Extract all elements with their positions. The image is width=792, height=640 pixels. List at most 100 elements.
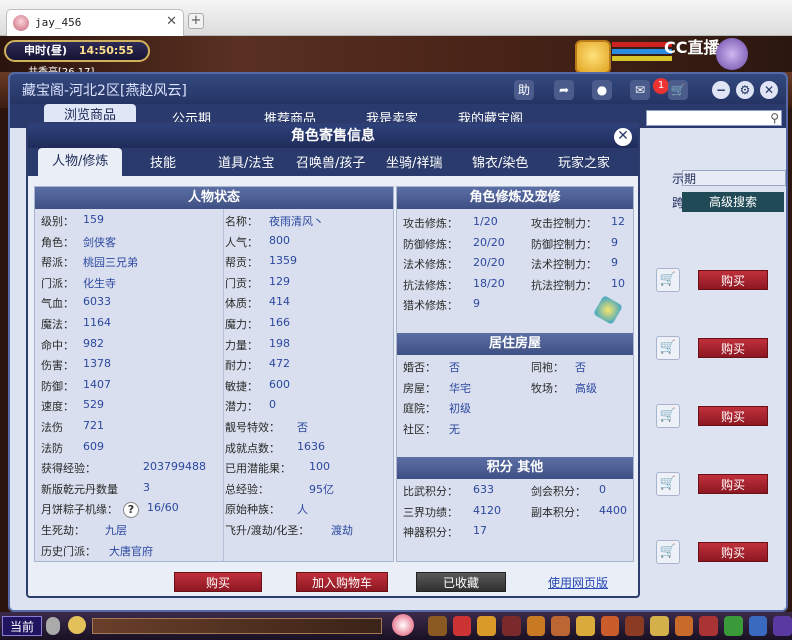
stat-row-label: 靓号特效： — [225, 421, 280, 434]
minimize-icon[interactable]: − — [712, 81, 730, 99]
guild-icon[interactable] — [600, 616, 620, 636]
game-clock: 申时(昼) 14:50:55 — [4, 40, 150, 62]
search-input[interactable]: ⚲ — [646, 110, 782, 126]
help-icon[interactable]: 助 — [514, 80, 534, 100]
points-row-value-2: 4400 — [599, 503, 627, 517]
item-bag-icon[interactable] — [452, 616, 472, 636]
house-header: 居住房屋 — [397, 333, 633, 355]
house-row-label-2: 同袍： — [531, 361, 564, 374]
cultivation-row: 防御修炼： 20/20 防御控制力： 9 — [397, 236, 633, 256]
stat-row-value: 夜雨清风丶 — [269, 215, 324, 228]
settings-icon[interactable]: ⚙ — [736, 81, 754, 99]
cultivation-header: 角色修炼及宠修 — [397, 187, 633, 209]
dialog-close-icon[interactable]: ✕ — [614, 128, 632, 146]
trade-icon[interactable] — [502, 616, 521, 636]
quest-icon[interactable] — [625, 616, 645, 636]
status-bars — [612, 40, 672, 70]
stat-row-value: 198 — [269, 336, 290, 350]
tab-skills[interactable]: 技能 — [150, 152, 176, 171]
house-row-value-2: 否 — [575, 361, 586, 374]
stat-row: 原始种族： 人 — [35, 501, 393, 521]
new-tab-button[interactable]: + — [188, 13, 204, 29]
add-cart-icon[interactable]: 🛒 — [656, 472, 680, 496]
chat-input[interactable] — [92, 618, 382, 634]
stat-row-label: 魔力： — [225, 318, 258, 331]
attack-icon[interactable] — [428, 616, 447, 636]
tab-mounts[interactable]: 坐骑/祥瑞 — [386, 152, 442, 171]
stat-row: 魔力： 166 — [35, 316, 393, 336]
clock-time: 14:50:55 — [78, 44, 134, 57]
character-portrait[interactable] — [716, 38, 748, 70]
buy-button[interactable]: 购买 — [698, 474, 768, 494]
add-cart-icon[interactable]: 🛒 — [656, 268, 680, 292]
stat-row-value: 129 — [269, 274, 290, 288]
stat-row: 潜力： 0 — [35, 398, 393, 418]
search-icon[interactable]: ⚲ — [770, 111, 779, 125]
tab-costume[interactable]: 锦衣/染色 — [472, 152, 528, 171]
record-icon[interactable]: ● — [592, 80, 612, 100]
buy-button[interactable]: 购买 — [698, 270, 768, 290]
tab-items[interactable]: 道具/法宝 — [218, 152, 274, 171]
cultivation-row-label: 猎术修炼： — [403, 299, 458, 313]
tab-close-icon[interactable]: ✕ — [166, 14, 177, 29]
current-channel-button[interactable]: 当前 — [2, 616, 42, 636]
points-row-value: 633 — [473, 483, 494, 496]
pet-portrait[interactable] — [575, 40, 611, 74]
friends-icon[interactable] — [699, 616, 719, 636]
stat-row: 门贡： 129 — [35, 275, 393, 295]
give-icon[interactable] — [477, 616, 497, 636]
browser-tab[interactable]: jay_456 ✕ — [6, 9, 184, 36]
stat-row-label: 已用潜能果： — [225, 462, 291, 476]
house-row: 房屋： 华宅 牧场： 高级 — [397, 380, 633, 400]
add-cart-icon[interactable]: 🛒 — [656, 404, 680, 428]
microphone-icon[interactable] — [46, 617, 60, 635]
share-icon[interactable]: ➦ — [554, 80, 574, 100]
buy-button[interactable]: 购买 — [698, 338, 768, 358]
stat-row-value: 472 — [269, 357, 290, 371]
system-icon[interactable] — [748, 616, 768, 636]
add-cart-icon[interactable]: 🛒 — [656, 540, 680, 564]
team-icon[interactable] — [526, 616, 546, 636]
stat-row-label: 飞升/渡劫/化圣： — [225, 524, 310, 537]
character-status-panel: 人物状态 级别： 159 角色： 剑侠客 帮派： 桃园三兄弟 门派： 化生寺 气血： 6033 魔法… — [34, 186, 394, 562]
buy-button[interactable]: 购买 — [698, 406, 768, 426]
house-row-value: 华宅 — [449, 381, 471, 395]
dialog-buy-button[interactable]: 购买 — [174, 572, 262, 592]
add-to-cart-button[interactable]: 加入购物车 — [296, 572, 388, 592]
message-badge: 1 — [653, 78, 669, 94]
message-icon[interactable]: ✉ — [630, 80, 650, 100]
mascot-icon[interactable] — [392, 614, 414, 636]
close-icon[interactable]: ✕ — [760, 81, 778, 99]
house-row-label: 庭院： — [403, 402, 436, 416]
add-cart-icon[interactable]: 🛒 — [656, 336, 680, 360]
buy-button[interactable]: 购买 — [698, 542, 768, 562]
advanced-search-button[interactable]: 高级搜索 — [682, 192, 784, 212]
stat-row-label: 力量： — [225, 338, 258, 352]
stat-row-label: 原始种族： — [225, 503, 280, 517]
emoji-icon[interactable] — [68, 616, 86, 634]
tab-character[interactable]: 人物/修炼 — [38, 148, 123, 176]
task-icon[interactable] — [576, 616, 595, 636]
clock-period: 申时(昼) — [24, 44, 68, 57]
filter-input[interactable] — [682, 170, 786, 186]
stat-row: 已用潜能果： 100 — [35, 460, 393, 480]
use-web-version-link[interactable]: 使用网页版 — [548, 574, 608, 591]
cultivation-row: 抗法修炼： 18/20 抗法控制力： 10 — [397, 277, 633, 297]
stat-row: 敏捷： 600 — [35, 378, 393, 398]
stat-row-value: 100 — [309, 460, 330, 474]
tab-player-home[interactable]: 玩家之家 — [558, 152, 610, 171]
cart-icon[interactable]: 🛒 — [668, 80, 688, 100]
cultivation-row-label: 法术修炼： — [403, 258, 458, 272]
cultivation-row-value: 20/20 — [473, 235, 505, 249]
stat-row-value: 95亿 — [309, 482, 334, 496]
mail-icon[interactable] — [773, 616, 792, 636]
book-icon[interactable] — [650, 616, 669, 636]
pet-icon[interactable] — [551, 616, 571, 636]
collected-button[interactable]: 已收藏 — [416, 572, 506, 592]
cc-live-logo: CC直播 — [664, 38, 720, 57]
map-icon[interactable] — [724, 616, 743, 636]
points-row-value: 17 — [473, 524, 487, 538]
tab-pets[interactable]: 召唤兽/孩子 — [296, 152, 365, 171]
house-row-label-2: 牧场： — [531, 381, 564, 395]
peach-icon[interactable] — [674, 616, 694, 636]
